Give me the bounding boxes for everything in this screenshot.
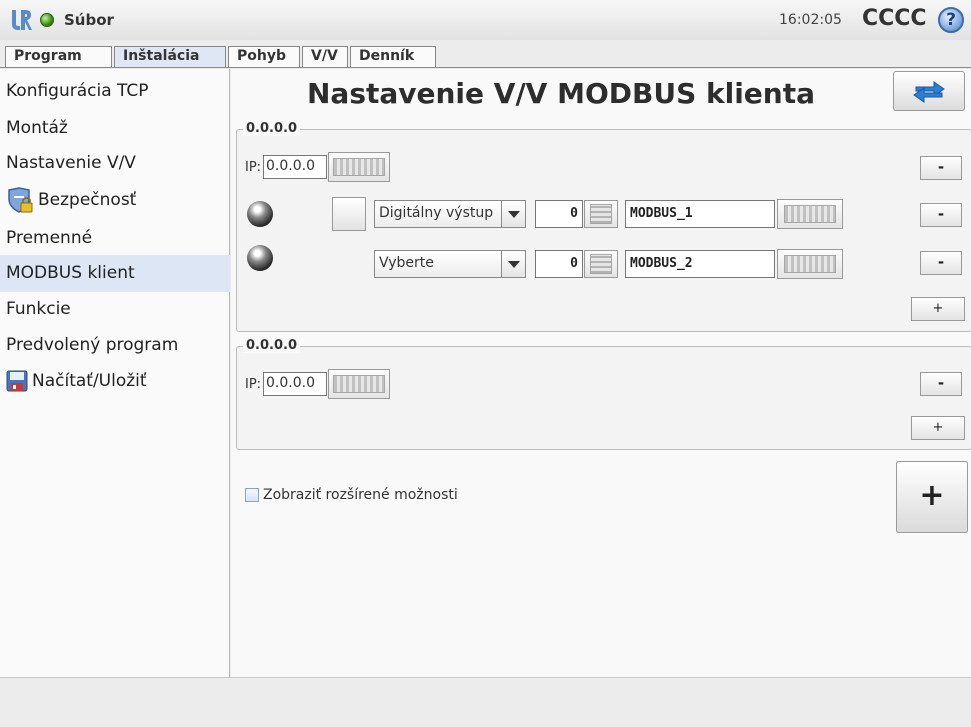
- sidebar-item-label: Konfigurácia TCP: [6, 81, 149, 101]
- signal-name-input[interactable]: MODBUS_1: [625, 200, 775, 228]
- chevron-down-icon: [501, 201, 525, 227]
- name-keyboard-button[interactable]: [777, 249, 843, 279]
- refresh-button[interactable]: [893, 71, 965, 111]
- signal-type-value: Vyberte: [379, 255, 434, 271]
- sidebar-item-label: Načítať/Uložiť: [32, 371, 147, 391]
- tab-log[interactable]: Denník: [350, 46, 436, 68]
- signal-name-input[interactable]: MODBUS_2: [625, 250, 775, 278]
- signal-toggle-button[interactable]: [332, 197, 366, 231]
- keyboard-icon: [333, 158, 385, 176]
- sidebar-item-label: Montáž: [6, 118, 68, 138]
- add-signal-button[interactable]: +: [911, 297, 965, 321]
- modbus-unit: 0.0.0.0 IP: 0.0.0.0 - Digitálny výstup 0…: [236, 121, 971, 332]
- unit-address: 0.0.0.0: [243, 121, 300, 136]
- signal-status-led: [247, 201, 273, 227]
- tab-move[interactable]: Pohyb: [228, 46, 300, 68]
- remove-signal-button[interactable]: -: [920, 251, 962, 275]
- sidebar-item-default-program[interactable]: Predvolený program: [0, 327, 230, 364]
- sidebar-item-label: Nastavenie V/V: [6, 153, 136, 173]
- ip-input[interactable]: 0.0.0.0: [263, 155, 327, 179]
- ip-keyboard-button[interactable]: [328, 369, 390, 399]
- ip-input[interactable]: 0.0.0.0: [263, 372, 327, 396]
- clock: 16:02:05: [779, 12, 842, 28]
- keyboard-icon: [784, 255, 836, 273]
- shield-lock-icon: [8, 187, 33, 213]
- sidebar-item-io-setup[interactable]: Nastavenie V/V: [0, 145, 230, 182]
- installation-sidebar: Konfigurácia TCP Montáž Nastavenie V/V B…: [0, 69, 230, 677]
- remove-signal-button[interactable]: -: [920, 203, 962, 227]
- ur-logo-icon: [12, 10, 32, 30]
- bottom-bar: [0, 677, 971, 727]
- signal-address-input[interactable]: 0: [535, 250, 583, 278]
- sidebar-item-label: Predvolený program: [6, 335, 179, 355]
- numpad-icon: [590, 254, 612, 274]
- sidebar-item-load-save[interactable]: Načítať/Uložiť: [0, 363, 230, 400]
- sidebar-item-modbus-client[interactable]: MODBUS klient: [0, 255, 230, 292]
- sidebar-item-safety[interactable]: Bezpečnosť: [0, 182, 230, 219]
- ip-keyboard-button[interactable]: [328, 152, 390, 182]
- tab-program[interactable]: Program: [5, 46, 112, 68]
- signal-status-led: [247, 245, 273, 271]
- sidebar-item-features[interactable]: Funkcie: [0, 291, 230, 328]
- sidebar-item-label: Premenné: [6, 228, 93, 248]
- file-menu[interactable]: Súbor: [64, 11, 114, 29]
- signal-address-input[interactable]: 0: [535, 200, 583, 228]
- ip-label: IP:: [245, 160, 262, 175]
- numpad-button[interactable]: [584, 200, 618, 228]
- tab-io[interactable]: V/V: [302, 46, 348, 68]
- main-panel: Nastavenie V/V MODBUS klienta 0.0.0.0 IP…: [231, 69, 971, 677]
- sidebar-item-variables[interactable]: Premenné: [0, 220, 230, 257]
- advanced-options-checkbox[interactable]: [245, 488, 259, 502]
- numpad-button[interactable]: [584, 250, 618, 278]
- sidebar-item-tcp-config[interactable]: Konfigurácia TCP: [0, 73, 230, 110]
- sidebar-item-label: Bezpečnosť: [38, 190, 137, 210]
- tab-installation[interactable]: Inštalácia: [114, 46, 226, 68]
- floppy-icon: [6, 370, 28, 392]
- name-keyboard-button[interactable]: [777, 199, 843, 229]
- add-signal-button[interactable]: +: [911, 416, 965, 440]
- numpad-icon: [590, 204, 612, 224]
- remove-unit-button[interactable]: -: [920, 156, 962, 180]
- modbus-unit: 0.0.0.0 IP: 0.0.0.0 - +: [236, 338, 971, 450]
- unit-address: 0.0.0.0: [243, 338, 300, 353]
- top-bar: Súbor 16:02:05 CCCC ?: [0, 0, 971, 40]
- keyboard-icon: [333, 375, 385, 393]
- advanced-options-toggle[interactable]: Zobraziť rozšírené možnosti: [245, 487, 458, 503]
- ip-label: IP:: [245, 377, 262, 392]
- robot-status-icon: [40, 13, 54, 27]
- signal-type-select[interactable]: Vyberte: [374, 250, 526, 278]
- chevron-down-icon: [501, 251, 525, 277]
- robot-name: CCCC: [862, 6, 927, 31]
- tabs-divider: [0, 67, 971, 68]
- signal-type-value: Digitálny výstup: [379, 205, 494, 221]
- refresh-arrows-icon: [913, 81, 945, 103]
- main-tabs: Program Inštalácia Pohyb V/V Denník: [0, 46, 971, 68]
- remove-unit-button[interactable]: -: [920, 372, 962, 396]
- add-unit-button[interactable]: +: [896, 461, 968, 533]
- advanced-options-label: Zobraziť rozšírené možnosti: [263, 487, 458, 503]
- sidebar-item-mounting[interactable]: Montáž: [0, 110, 230, 147]
- help-button[interactable]: ?: [938, 7, 964, 33]
- sidebar-item-label: MODBUS klient: [6, 263, 135, 283]
- keyboard-icon: [784, 205, 836, 223]
- sidebar-item-label: Funkcie: [6, 299, 71, 319]
- page-title: Nastavenie V/V MODBUS klienta: [306, 77, 816, 110]
- signal-type-select[interactable]: Digitálny výstup: [374, 200, 526, 228]
